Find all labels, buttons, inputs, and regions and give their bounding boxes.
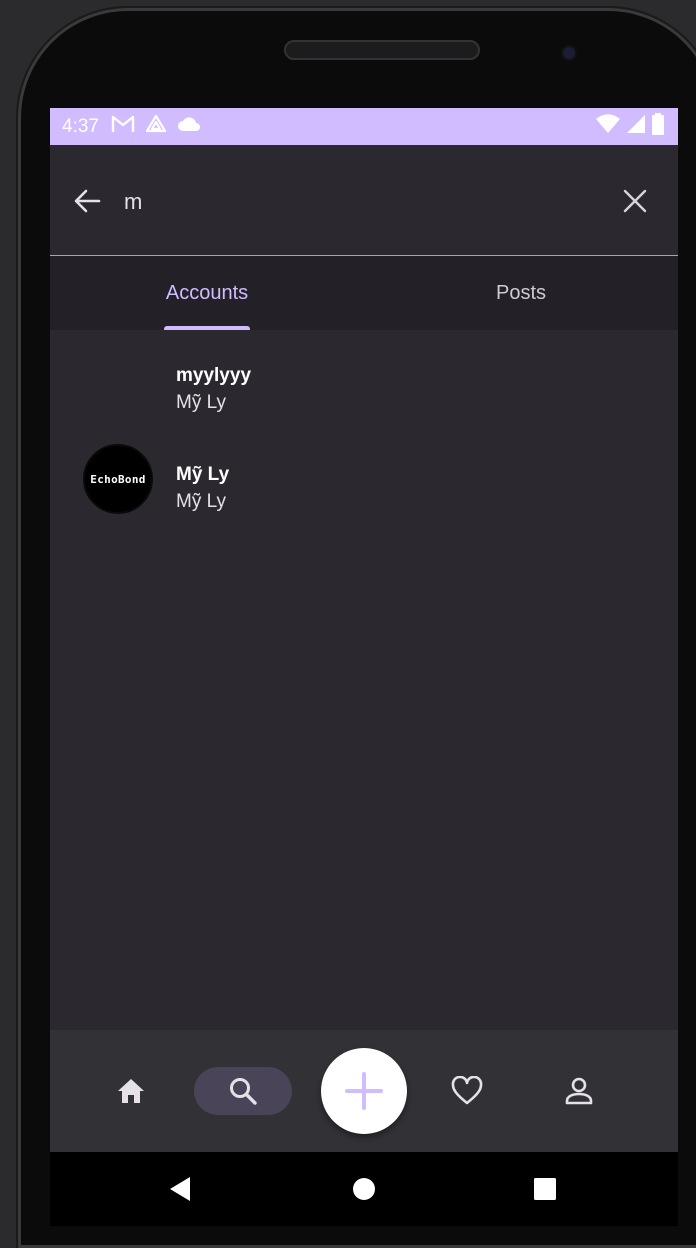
- nav-home[interactable]: [106, 1067, 156, 1115]
- cloud-icon: [177, 116, 201, 137]
- bottom-navigation: [50, 1030, 678, 1152]
- profile-icon: [565, 1077, 593, 1105]
- signal-icon: [626, 114, 646, 139]
- result-display-name: Mỹ Ly: [176, 392, 226, 413]
- gmail-icon: [111, 115, 135, 138]
- notification-icons: [111, 114, 201, 139]
- avatar: EchoBond: [83, 444, 153, 514]
- system-recents-button[interactable]: [534, 1176, 556, 1202]
- front-camera: [563, 47, 575, 59]
- system-back-button[interactable]: [168, 1176, 192, 1202]
- search-bar: [50, 145, 678, 256]
- clear-search-button[interactable]: [618, 185, 652, 217]
- tab-posts-label: Posts: [495, 281, 547, 304]
- tab-posts[interactable]: Posts: [364, 256, 678, 330]
- list-item[interactable]: myylyyy Mỹ Ly: [50, 358, 678, 438]
- back-button[interactable]: [70, 185, 104, 217]
- system-navigation-bar: [50, 1152, 678, 1226]
- search-icon: [230, 1078, 257, 1105]
- arrow-back-icon: [74, 189, 101, 213]
- avatar-placeholder: [83, 358, 153, 428]
- system-status-icons: [596, 113, 664, 140]
- home-circle-icon: [353, 1178, 375, 1200]
- heart-icon: [451, 1076, 483, 1105]
- status-time: 4:37: [62, 115, 99, 137]
- create-post-button[interactable]: [321, 1048, 407, 1134]
- tab-accounts[interactable]: Accounts: [50, 256, 364, 330]
- add-icon: [345, 1072, 383, 1110]
- account-results-list: myylyyy Mỹ Ly EchoBond Mỹ Ly Mỹ Ly: [50, 330, 678, 1030]
- status-bar: 4:37: [50, 108, 678, 145]
- back-triangle-icon: [170, 1177, 190, 1201]
- list-item[interactable]: EchoBond Mỹ Ly Mỹ Ly: [50, 444, 678, 524]
- system-home-button[interactable]: [352, 1176, 376, 1202]
- result-username: Mỹ Ly: [176, 464, 230, 485]
- app-screen: 4:37 m Accounts Posts myylyyy Mỹ Ly Echo…: [50, 108, 678, 1226]
- avatar-logo-text: EchoBond: [90, 472, 146, 486]
- nav-profile[interactable]: [554, 1067, 604, 1115]
- tab-accounts-label: Accounts: [165, 281, 249, 304]
- nav-search[interactable]: [194, 1067, 292, 1115]
- nav-favorites[interactable]: [442, 1067, 492, 1115]
- result-username: myylyyy: [176, 365, 252, 386]
- wifi-icon: [596, 114, 620, 139]
- battery-icon: [652, 113, 664, 140]
- search-input[interactable]: [122, 181, 596, 223]
- search-tabs: Accounts Posts: [50, 256, 678, 330]
- close-icon: [623, 189, 647, 213]
- result-display-name: Mỹ Ly: [176, 491, 226, 512]
- phone-speaker: [284, 40, 480, 60]
- drive-icon: [145, 114, 167, 139]
- home-icon: [118, 1079, 144, 1103]
- recents-square-icon: [534, 1178, 556, 1200]
